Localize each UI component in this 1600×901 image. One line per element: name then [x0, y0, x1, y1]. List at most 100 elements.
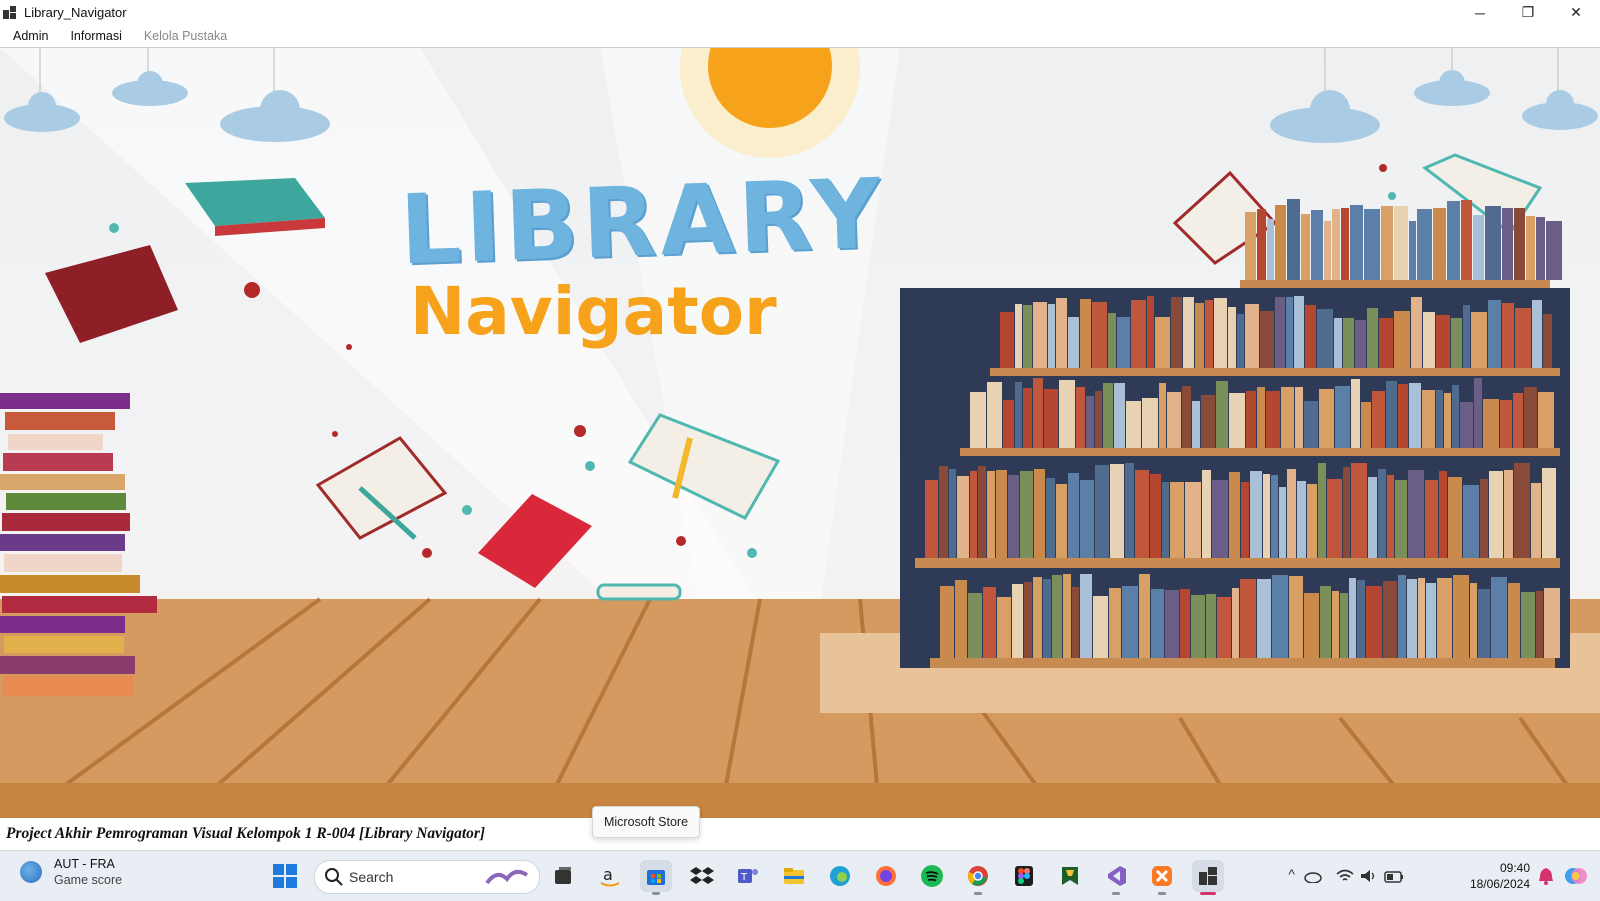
book-spine	[1125, 463, 1134, 558]
book-spine	[1349, 578, 1356, 658]
task-view-button[interactable]	[547, 860, 579, 892]
book-spine	[1418, 578, 1425, 658]
notification-bell-icon[interactable]	[1538, 867, 1554, 885]
book-spine	[1334, 318, 1342, 368]
book-spine	[1272, 575, 1288, 658]
book-spine	[1023, 388, 1032, 448]
book-spine	[1515, 308, 1531, 368]
dropbox-button[interactable]	[686, 860, 718, 892]
figma-button[interactable]	[1008, 860, 1040, 892]
start-button[interactable]	[269, 860, 301, 892]
volume-icon[interactable]	[1360, 869, 1378, 883]
book-spine	[1546, 221, 1562, 280]
book-spine	[1504, 470, 1513, 558]
library-navigator-button[interactable]	[1192, 860, 1224, 895]
book-spine	[1201, 395, 1215, 448]
book-spine	[940, 586, 954, 658]
close-button[interactable]: ✕	[1552, 0, 1600, 25]
book-spine	[1245, 304, 1259, 368]
minimize-button[interactable]: ─	[1456, 0, 1504, 25]
task-view-icon	[555, 867, 571, 884]
restore-button[interactable]: ❐	[1504, 0, 1552, 25]
search-icon	[325, 868, 343, 886]
battery-icon[interactable]	[1384, 871, 1404, 883]
wifi-icon[interactable]	[1336, 869, 1354, 883]
book-spine	[1093, 596, 1108, 658]
book-spine	[1059, 380, 1075, 448]
app-icon	[3, 5, 17, 20]
book-spine	[1008, 475, 1019, 558]
status-bar: Project Akhir Pemrograman Visual Kelompo…	[0, 818, 1600, 850]
book-spine	[1381, 206, 1393, 280]
book-spine	[1447, 201, 1460, 280]
book-spine	[1324, 221, 1331, 280]
bookmark-app-button[interactable]	[1054, 860, 1086, 892]
taskbar-search[interactable]: Search	[314, 860, 540, 894]
book-spine	[1023, 305, 1032, 368]
book-spine	[1327, 479, 1342, 558]
menu-informasi[interactable]: Informasi	[61, 29, 130, 43]
search-label: Search	[349, 869, 394, 885]
teams-icon: T	[738, 869, 758, 883]
book-spine	[1052, 575, 1062, 658]
book-spine	[1488, 300, 1501, 368]
microsoft-store-button[interactable]	[640, 860, 672, 895]
book-spine	[1426, 583, 1436, 658]
book-spine	[1232, 588, 1239, 658]
book-spine	[1103, 383, 1113, 448]
book-spine	[1250, 471, 1262, 558]
book-spine	[1301, 214, 1310, 280]
book-spine	[1275, 205, 1286, 280]
book-spine	[1409, 383, 1421, 448]
book-spine	[1343, 318, 1354, 368]
book-spine	[1514, 208, 1525, 280]
book-spine	[1489, 471, 1503, 558]
book-spine	[1407, 579, 1417, 658]
book-spine	[1171, 297, 1182, 368]
menu-kelola-pustaka[interactable]: Kelola Pustaka	[135, 29, 236, 43]
edge-button[interactable]	[824, 860, 856, 892]
book-spine	[1319, 389, 1334, 448]
book-spine	[1474, 378, 1482, 448]
onedrive-icon[interactable]	[1304, 869, 1322, 883]
book-spine	[1395, 480, 1407, 558]
chevron-up-icon[interactable]: ^	[1288, 866, 1295, 882]
firefox-button[interactable]	[870, 860, 902, 892]
menu-admin[interactable]: Admin	[4, 29, 57, 43]
book-spine	[1044, 389, 1058, 448]
book-spine	[1350, 205, 1363, 280]
book-spine	[1423, 312, 1435, 368]
book-spine	[1542, 468, 1556, 558]
visual-studio-button[interactable]	[1100, 860, 1132, 895]
book-spine	[955, 580, 967, 658]
clock[interactable]: 09:40 18/06/2024	[1470, 860, 1530, 892]
file-explorer-button[interactable]	[778, 860, 810, 892]
book-spine	[1114, 383, 1125, 448]
widget-subtitle: Game score	[54, 873, 123, 887]
book-spine	[1453, 575, 1469, 658]
book-spine	[1095, 391, 1102, 448]
book-spine	[1135, 470, 1149, 558]
menu-bar: Admin Informasi Kelola Pustaka	[0, 25, 1600, 48]
book-spine	[1076, 387, 1085, 448]
visual-studio-icon	[1108, 866, 1126, 886]
book-spine	[1340, 593, 1348, 658]
book-spine	[1180, 589, 1190, 658]
widgets-button[interactable]: AUT - FRA Game score	[20, 857, 122, 887]
taskbar: AUT - FRA Game score Search a T ^ 09:40 …	[0, 850, 1600, 901]
book-spine	[1110, 464, 1124, 558]
book-spine	[997, 597, 1011, 658]
amazon-button[interactable]: a	[594, 860, 626, 892]
chrome-button[interactable]	[962, 860, 994, 895]
xampp-button[interactable]	[1146, 860, 1178, 895]
book-spine	[1033, 577, 1042, 658]
book-spine	[1080, 299, 1091, 368]
teams-button[interactable]: T	[732, 860, 764, 892]
book-spine	[1033, 302, 1047, 368]
book-spine	[1271, 475, 1278, 558]
copilot-icon[interactable]	[1564, 864, 1588, 888]
book-spine	[1387, 475, 1394, 558]
book-spine	[1408, 470, 1424, 558]
chrome-icon	[968, 866, 988, 886]
spotify-button[interactable]	[916, 860, 948, 892]
